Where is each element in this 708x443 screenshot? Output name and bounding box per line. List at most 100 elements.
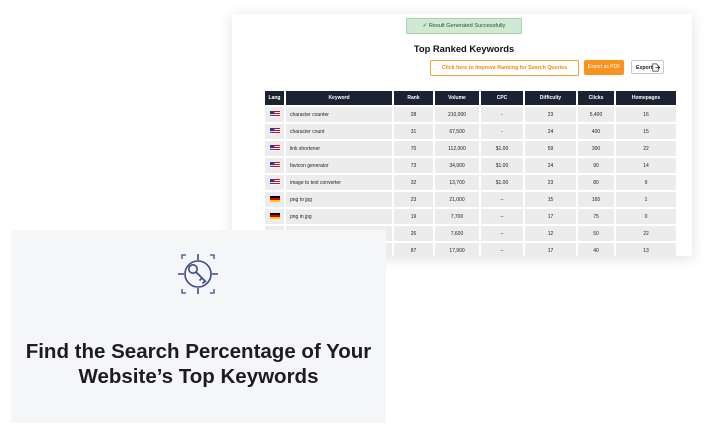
column-header-cpc: CPC [481, 91, 523, 105]
lang-cell [265, 175, 284, 190]
cpc-cell: $1.00 [481, 141, 523, 156]
volume-cell: 17,900 [435, 243, 479, 256]
table-row: png in jpg 19 7,700–17 75 0 [265, 209, 676, 224]
us-flag-icon [269, 162, 280, 169]
card-title: Find the Search Percentage of Your Websi… [11, 339, 386, 389]
column-header-difficulty: Difficulty [525, 91, 576, 105]
rank-cell: 26 [394, 226, 433, 241]
success-banner: ✓ Result Generated Successfully [406, 18, 522, 34]
cpc-cell: - [481, 124, 523, 139]
table-row: link shortener 70 112,000 $1.00 59 300 22 [265, 141, 676, 156]
column-header-lang: Lang [265, 91, 284, 105]
lang-cell [265, 158, 284, 173]
cpc-cell: – [481, 209, 523, 224]
volume-cell: 21,000 [435, 192, 479, 207]
keyword-cell: favicon generator [286, 158, 392, 173]
difficulty-cell: 12 [525, 226, 576, 241]
results-panel: ✓ Result Generated Successfully Top Rank… [232, 14, 692, 256]
rank-cell: 28 [394, 107, 433, 122]
us-flag-icon [269, 111, 280, 118]
table-row: character counter 28 210,000-23 5,400 16 [265, 107, 676, 122]
homepages-cell: 1 [616, 192, 676, 207]
rank-cell: 32 [394, 175, 433, 190]
table-header-row: Lang Keyword Rank Volume CPC Difficulty … [265, 91, 676, 105]
lang-cell [265, 107, 284, 122]
homepages-cell: 14 [616, 158, 676, 173]
column-header-clicks: Clicks [578, 91, 614, 105]
rank-cell: 19 [394, 209, 433, 224]
difficulty-cell: 17 [525, 209, 576, 224]
lang-cell [265, 141, 284, 156]
volume-cell: 7,700 [435, 209, 479, 224]
export-file-icon [652, 63, 660, 72]
card-title-line-1: Find the Search Percentage of Your [25, 340, 372, 363]
lang-cell [265, 124, 284, 139]
volume-cell: 112,000 [435, 141, 479, 156]
improve-ranking-button[interactable]: Click here to Improve Ranking for Search… [430, 60, 579, 76]
column-header-homepages: Homepages [616, 91, 676, 105]
clicks-cell: 300 [578, 141, 614, 156]
cpc-cell: – [481, 226, 523, 241]
table-row: png to jpg 23 21,000–15 165 1 [265, 192, 676, 207]
us-flag-icon [269, 179, 280, 186]
de-flag-icon [269, 196, 280, 203]
clicks-cell: 50 [578, 226, 614, 241]
difficulty-cell: 59 [525, 141, 576, 156]
rank-cell: 73 [394, 158, 433, 173]
keyword-cell: character counter [286, 107, 392, 122]
rank-cell: 70 [394, 141, 433, 156]
difficulty-cell: 15 [525, 192, 576, 207]
export-button[interactable]: Export [631, 60, 664, 74]
keyword-cell: png to jpg [286, 192, 392, 207]
us-flag-icon [269, 145, 280, 152]
homepages-cell: 9 [616, 175, 676, 190]
cpc-cell: – [481, 243, 523, 256]
clicks-cell: 165 [578, 192, 614, 207]
panel-title: Top Ranked Keywords [413, 43, 515, 54]
cpc-cell: $1.00 [481, 175, 523, 190]
volume-cell: 7,600 [435, 226, 479, 241]
clicks-cell: 75 [578, 209, 614, 224]
export-button-label: Export [636, 65, 653, 71]
rank-cell: 31 [394, 124, 433, 139]
column-header-volume: Volume [435, 91, 479, 105]
rank-cell: 23 [394, 192, 433, 207]
table-row: image to text converter 32 13,700 $1.00 23 80… [265, 175, 676, 190]
homepages-cell: 15 [616, 124, 676, 139]
clicks-cell: 80 [578, 175, 614, 190]
volume-cell: 13,700 [435, 175, 479, 190]
keyword-cell: png in jpg [286, 209, 392, 224]
card-title-line-2: Website’s Top Keywords [78, 365, 319, 388]
homepages-cell: 0 [616, 209, 676, 224]
lang-cell [265, 192, 284, 207]
export-pdf-button[interactable]: Export as PDF [584, 60, 624, 75]
volume-cell: 210,000 [435, 107, 479, 122]
difficulty-cell: 23 [525, 107, 576, 122]
us-flag-icon [269, 128, 280, 135]
clicks-cell: 400 [578, 124, 614, 139]
keyword-cell: character count [286, 124, 392, 139]
homepages-cell: 22 [616, 226, 676, 241]
volume-cell: 34,900 [435, 158, 479, 173]
clicks-cell: 40 [578, 243, 614, 256]
difficulty-cell: 24 [525, 124, 576, 139]
keyword-cell: image to text converter [286, 175, 392, 190]
key-target-icon [178, 254, 218, 294]
table-row: character count 31 67,500-24 400 15 [265, 124, 676, 139]
column-header-rank: Rank [394, 91, 433, 105]
cpc-cell: – [481, 192, 523, 207]
clicks-cell: 90 [578, 158, 614, 173]
homepages-cell: 22 [616, 141, 676, 156]
homepages-cell: 13 [616, 243, 676, 256]
keyword-cell: link shortener [286, 141, 392, 156]
difficulty-cell: 17 [525, 243, 576, 256]
volume-cell: 67,500 [435, 124, 479, 139]
column-header-keyword: Keyword [286, 91, 392, 105]
homepages-cell: 16 [616, 107, 676, 122]
de-flag-icon [269, 213, 280, 220]
clicks-cell: 5,400 [578, 107, 614, 122]
difficulty-cell: 24 [525, 158, 576, 173]
rank-cell: 87 [394, 243, 433, 256]
feature-card: Find the Search Percentage of Your Websi… [11, 230, 386, 423]
cpc-cell: $1.00 [481, 158, 523, 173]
